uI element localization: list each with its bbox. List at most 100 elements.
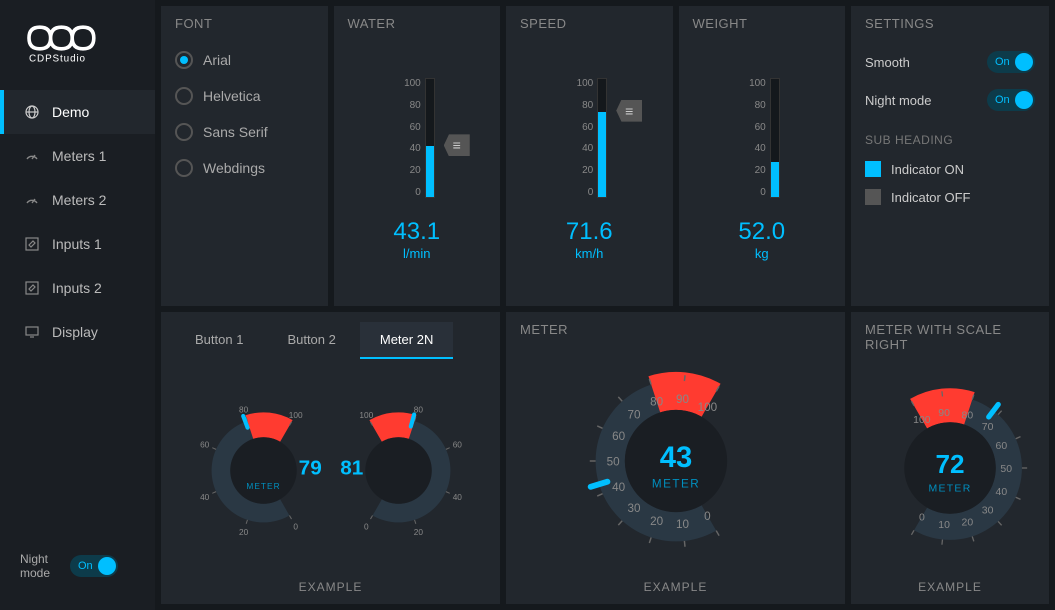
radio-icon: [175, 87, 193, 105]
svg-text:40: 40: [452, 492, 462, 502]
svg-text:10: 10: [676, 517, 690, 530]
meter-center-card: METER 010203040506070809010043METER EXAM…: [506, 312, 845, 604]
nav-item-meters1[interactable]: Meters 1: [0, 134, 155, 178]
radio-icon: [175, 51, 193, 69]
svg-text:10: 10: [938, 520, 950, 531]
nav-item-meters2[interactable]: Meters 2: [0, 178, 155, 222]
tab-button2[interactable]: Button 2: [267, 322, 355, 359]
meter-value: 71.6: [566, 218, 613, 246]
svg-text:50: 50: [1000, 464, 1012, 475]
setting-smooth: Smooth On: [865, 51, 1035, 73]
meter-right-card: METER WITH SCALE RIGHT 01020304050607080…: [851, 312, 1049, 604]
radio-icon: [175, 123, 193, 141]
svg-text:0: 0: [363, 521, 368, 531]
drag-handle-icon[interactable]: ≡: [444, 134, 470, 156]
tab-button1[interactable]: Button 1: [175, 322, 263, 359]
edit-icon: [24, 280, 40, 296]
vertical-meter-weight: 100806040200 52.0 kg: [693, 43, 832, 296]
nav-item-display[interactable]: Display: [0, 310, 155, 354]
indicator-off: Indicator OFF: [865, 189, 1035, 205]
font-card: FONT Arial Helvetica Sans Serif Webdings: [161, 6, 328, 306]
card-title: WEIGHT: [693, 16, 832, 31]
radio-sansserif[interactable]: Sans Serif: [175, 123, 314, 141]
svg-text:50: 50: [606, 455, 620, 468]
nav-label: Inputs 2: [52, 280, 102, 296]
svg-text:40: 40: [612, 480, 626, 493]
night-mode-label: Night mode: [20, 552, 60, 580]
card-title: SETTINGS: [865, 16, 1035, 31]
bar-fill: [598, 112, 606, 197]
nav-item-inputs1[interactable]: Inputs 1: [0, 222, 155, 266]
scale: 100806040200: [399, 78, 421, 198]
svg-text:100: 100: [913, 415, 931, 426]
scale: 100806040200: [744, 78, 766, 198]
meter-value: 43.1: [393, 218, 440, 246]
subheading: SUB HEADING: [865, 133, 1035, 147]
bar-fill: [426, 146, 434, 197]
monitor-icon: [24, 324, 40, 340]
svg-text:20: 20: [238, 527, 248, 537]
weight-card: WEIGHT 100806040200 52.0 kg: [679, 6, 846, 306]
nav-label: Inputs 1: [52, 236, 102, 252]
nav-label: Demo: [52, 104, 89, 120]
card-title: SPEED: [520, 16, 659, 31]
vertical-meter-water: 100806040200 ≡ 43.1 l/min: [348, 43, 487, 296]
meter-unit: l/min: [403, 246, 430, 261]
night-toggle[interactable]: On: [987, 89, 1035, 111]
radio-webdings[interactable]: Webdings: [175, 159, 314, 177]
meter-unit: kg: [755, 246, 769, 261]
logo: CDPStudio: [0, 20, 155, 90]
svg-text:100: 100: [288, 410, 302, 420]
bar-track: [770, 78, 780, 198]
svg-text:100: 100: [359, 410, 373, 420]
water-card: WATER 100806040200 ≡ 43.1 l/min: [334, 6, 501, 306]
svg-text:79: 79: [298, 457, 321, 480]
gauge-right-scale: 010203040506070809010072METER: [865, 383, 1035, 553]
svg-text:0: 0: [293, 521, 298, 531]
tab-meter2n[interactable]: Meter 2N: [360, 322, 453, 359]
card-title: FONT: [175, 16, 314, 31]
svg-text:0: 0: [919, 513, 925, 524]
nav-label: Display: [52, 324, 98, 340]
indicator-swatch: [865, 189, 881, 205]
nav-label: Meters 2: [52, 192, 106, 208]
smooth-toggle[interactable]: On: [987, 51, 1035, 73]
tabs-card: Button 1 Button 2 Meter 2N 0204060801007…: [161, 312, 500, 604]
svg-text:0: 0: [704, 509, 711, 522]
example-label: EXAMPLE: [520, 580, 831, 594]
meter-value: 52.0: [738, 218, 785, 246]
nav-item-demo[interactable]: Demo: [0, 90, 155, 134]
nav-item-inputs2[interactable]: Inputs 2: [0, 266, 155, 310]
svg-text:20: 20: [650, 515, 664, 528]
svg-text:70: 70: [982, 422, 994, 433]
radio-icon: [175, 159, 193, 177]
tabs: Button 1 Button 2 Meter 2N: [175, 322, 486, 359]
svg-text:72: 72: [935, 449, 964, 479]
svg-text:40: 40: [200, 492, 210, 502]
svg-text:81: 81: [340, 457, 363, 480]
svg-text:20: 20: [413, 527, 423, 537]
gauge-icon: [24, 192, 40, 208]
nav-label: Meters 1: [52, 148, 106, 164]
settings-card: SETTINGS Smooth On Night mode On SUB HEA…: [851, 6, 1049, 306]
gauge-icon: [24, 148, 40, 164]
night-mode-toggle[interactable]: On: [70, 555, 118, 577]
vertical-meter-speed: 100806040200 ≡ 71.6 km/h: [520, 43, 659, 296]
svg-text:60: 60: [200, 439, 210, 449]
svg-text:100: 100: [697, 400, 717, 413]
radio-arial[interactable]: Arial: [175, 51, 314, 69]
svg-text:40: 40: [996, 487, 1008, 498]
svg-text:60: 60: [452, 439, 462, 449]
drag-handle-icon[interactable]: ≡: [616, 100, 642, 122]
bar-track: ≡: [425, 78, 435, 198]
radio-helvetica[interactable]: Helvetica: [175, 87, 314, 105]
svg-text:30: 30: [627, 502, 641, 515]
svg-text:METER: METER: [651, 477, 699, 490]
globe-icon: [24, 104, 40, 120]
sidebar-night-mode: Night mode On: [0, 542, 155, 590]
bar-fill: [771, 162, 779, 197]
card-title: METER WITH SCALE RIGHT: [865, 322, 1035, 352]
example-label: EXAMPLE: [865, 580, 1035, 594]
main-grid: FONT Arial Helvetica Sans Serif Webdings…: [155, 0, 1055, 610]
speed-card: SPEED 100806040200 ≡ 71.6 km/h: [506, 6, 673, 306]
